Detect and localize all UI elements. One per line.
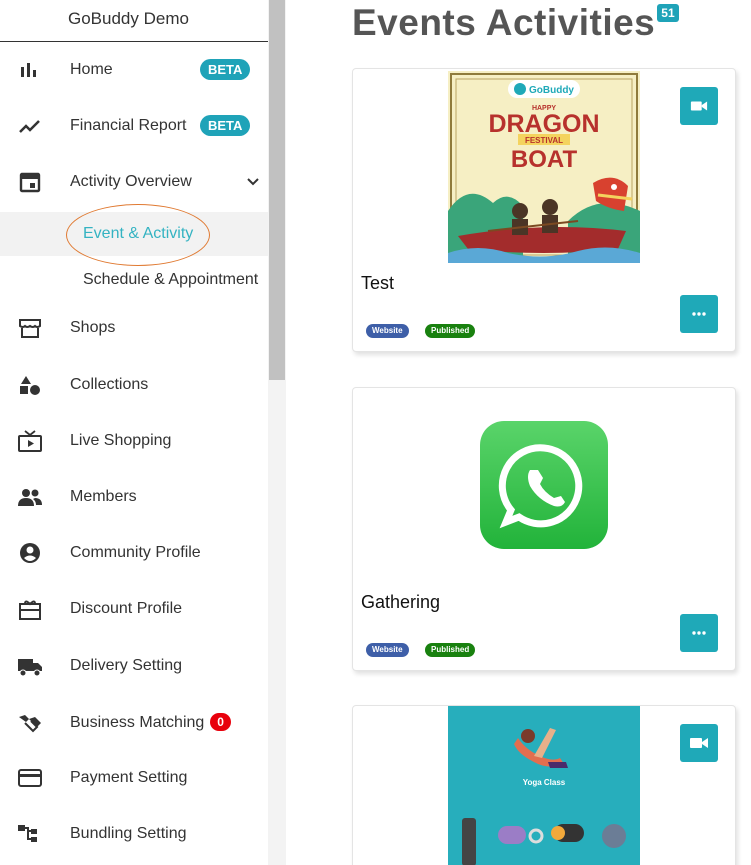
live-tv-icon (18, 430, 42, 452)
sidebar-item-label: Discount Profile (70, 600, 183, 617)
published-tag: Published (425, 324, 476, 338)
account-circle-icon (20, 543, 40, 563)
whatsapp-logo-image[interactable] (448, 390, 640, 582)
sidebar-item-label: Members (70, 488, 137, 505)
sidebar-item-label: Bundling Setting (70, 825, 187, 842)
yoga-class-poster-image[interactable]: Yoga Class (448, 706, 640, 865)
hierarchy-icon (18, 825, 37, 842)
sidebar-item-label: Home (70, 61, 113, 78)
sidebar-item-label: Shops (70, 319, 116, 336)
video-button[interactable] (680, 724, 718, 762)
video-camera-icon (690, 738, 708, 748)
sidebar-item-activity-overview[interactable]: Activity Overview (0, 160, 268, 204)
shapes-icon (20, 376, 40, 395)
sidebar-item-community-profile[interactable]: Community Profile (0, 531, 268, 575)
bar-chart-icon (21, 63, 36, 77)
sidebar-item-label: Business Matching 0 (70, 713, 231, 732)
beta-badge: BETA (200, 59, 251, 80)
sidebar-item-label: Activity Overview (70, 173, 192, 190)
sidebar-item-financial-report[interactable]: Financial Report BETA (0, 104, 268, 148)
sidebar-item-payment-setting[interactable]: Payment Setting (0, 756, 268, 800)
sidebar-item-label: Payment Setting (70, 769, 188, 786)
sidebar-item-members[interactable]: Members (0, 475, 268, 519)
poster-caption: Yoga Class (523, 778, 566, 787)
sidebar-subitem-schedule-appointment[interactable]: Schedule & Appointment (0, 258, 268, 302)
poster-line-4: BOAT (511, 146, 578, 173)
event-card[interactable]: GoBuddy HAPPY DRAGON FESTIVAL BOAT Test … (352, 68, 736, 352)
sidebar-item-label: Live Shopping (70, 432, 172, 449)
poster-line-2: DRAGON (488, 110, 599, 138)
website-tag: Website (366, 643, 409, 657)
sidebar-item-live-shopping[interactable]: Live Shopping (0, 419, 268, 463)
sidebar-item-label: Community Profile (70, 544, 201, 561)
event-title: Gathering (361, 592, 441, 612)
highlight-ellipse (66, 204, 210, 266)
beta-badge: BETA (200, 115, 251, 136)
event-card[interactable]: Yoga Class (352, 705, 736, 865)
tag-row: Website Published (366, 324, 516, 338)
sidebar-header: GoBuddy Demo (0, 0, 268, 42)
event-count-badge: 51 (657, 4, 679, 22)
sidebar: GoBuddy Demo Home BETA Financial Report … (0, 0, 268, 865)
tag-row: Website Published (366, 643, 516, 657)
trending-icon (19, 120, 40, 133)
more-options-button[interactable] (680, 295, 718, 333)
poster-line-3: FESTIVAL (525, 136, 563, 145)
website-tag: Website (366, 324, 409, 338)
sidebar-item-delivery-setting[interactable]: Delivery Setting (0, 644, 268, 688)
app-title: GoBuddy Demo (68, 9, 189, 28)
sidebar-item-shops[interactable]: Shops (0, 306, 268, 350)
sidebar-item-bundling-setting[interactable]: Bundling Setting (0, 812, 268, 856)
chevron-down-icon[interactable] (245, 174, 261, 190)
gift-card-icon (19, 600, 41, 620)
more-options-button[interactable] (680, 614, 718, 652)
sidebar-item-business-matching[interactable]: Business Matching 0 (0, 700, 268, 744)
sidebar-item-label: Delivery Setting (70, 657, 183, 674)
video-button[interactable] (680, 87, 718, 125)
sidebar-item-collections[interactable]: Collections (0, 363, 268, 407)
more-horizontal-icon (692, 312, 706, 316)
sidebar-subitem-label: Schedule & Appointment (83, 271, 259, 288)
storefront-icon (19, 319, 41, 338)
dragon-boat-poster-image[interactable]: GoBuddy HAPPY DRAGON FESTIVAL BOAT (448, 71, 640, 263)
sidebar-item-home[interactable]: Home BETA (0, 48, 268, 92)
people-icon (18, 489, 42, 506)
sidebar-item-label: Collections (70, 376, 149, 393)
credit-card-icon (18, 769, 42, 787)
notification-count-badge: 0 (210, 713, 231, 731)
sidebar-item-label: Financial Report (70, 117, 187, 134)
event-title: Test (361, 273, 395, 293)
published-tag: Published (425, 643, 476, 657)
poster-brand: GoBuddy (529, 85, 574, 96)
handshake-icon (19, 715, 41, 733)
sidebar-scrollbar-thumb[interactable] (269, 0, 285, 380)
event-card[interactable]: Gathering Website Published (352, 387, 736, 671)
truck-icon (18, 659, 42, 677)
sidebar-item-discount-profile[interactable]: Discount Profile (0, 587, 268, 631)
page-title: Events Activities 51 (352, 2, 679, 44)
calendar-icon (19, 172, 41, 193)
more-horizontal-icon (692, 631, 706, 635)
